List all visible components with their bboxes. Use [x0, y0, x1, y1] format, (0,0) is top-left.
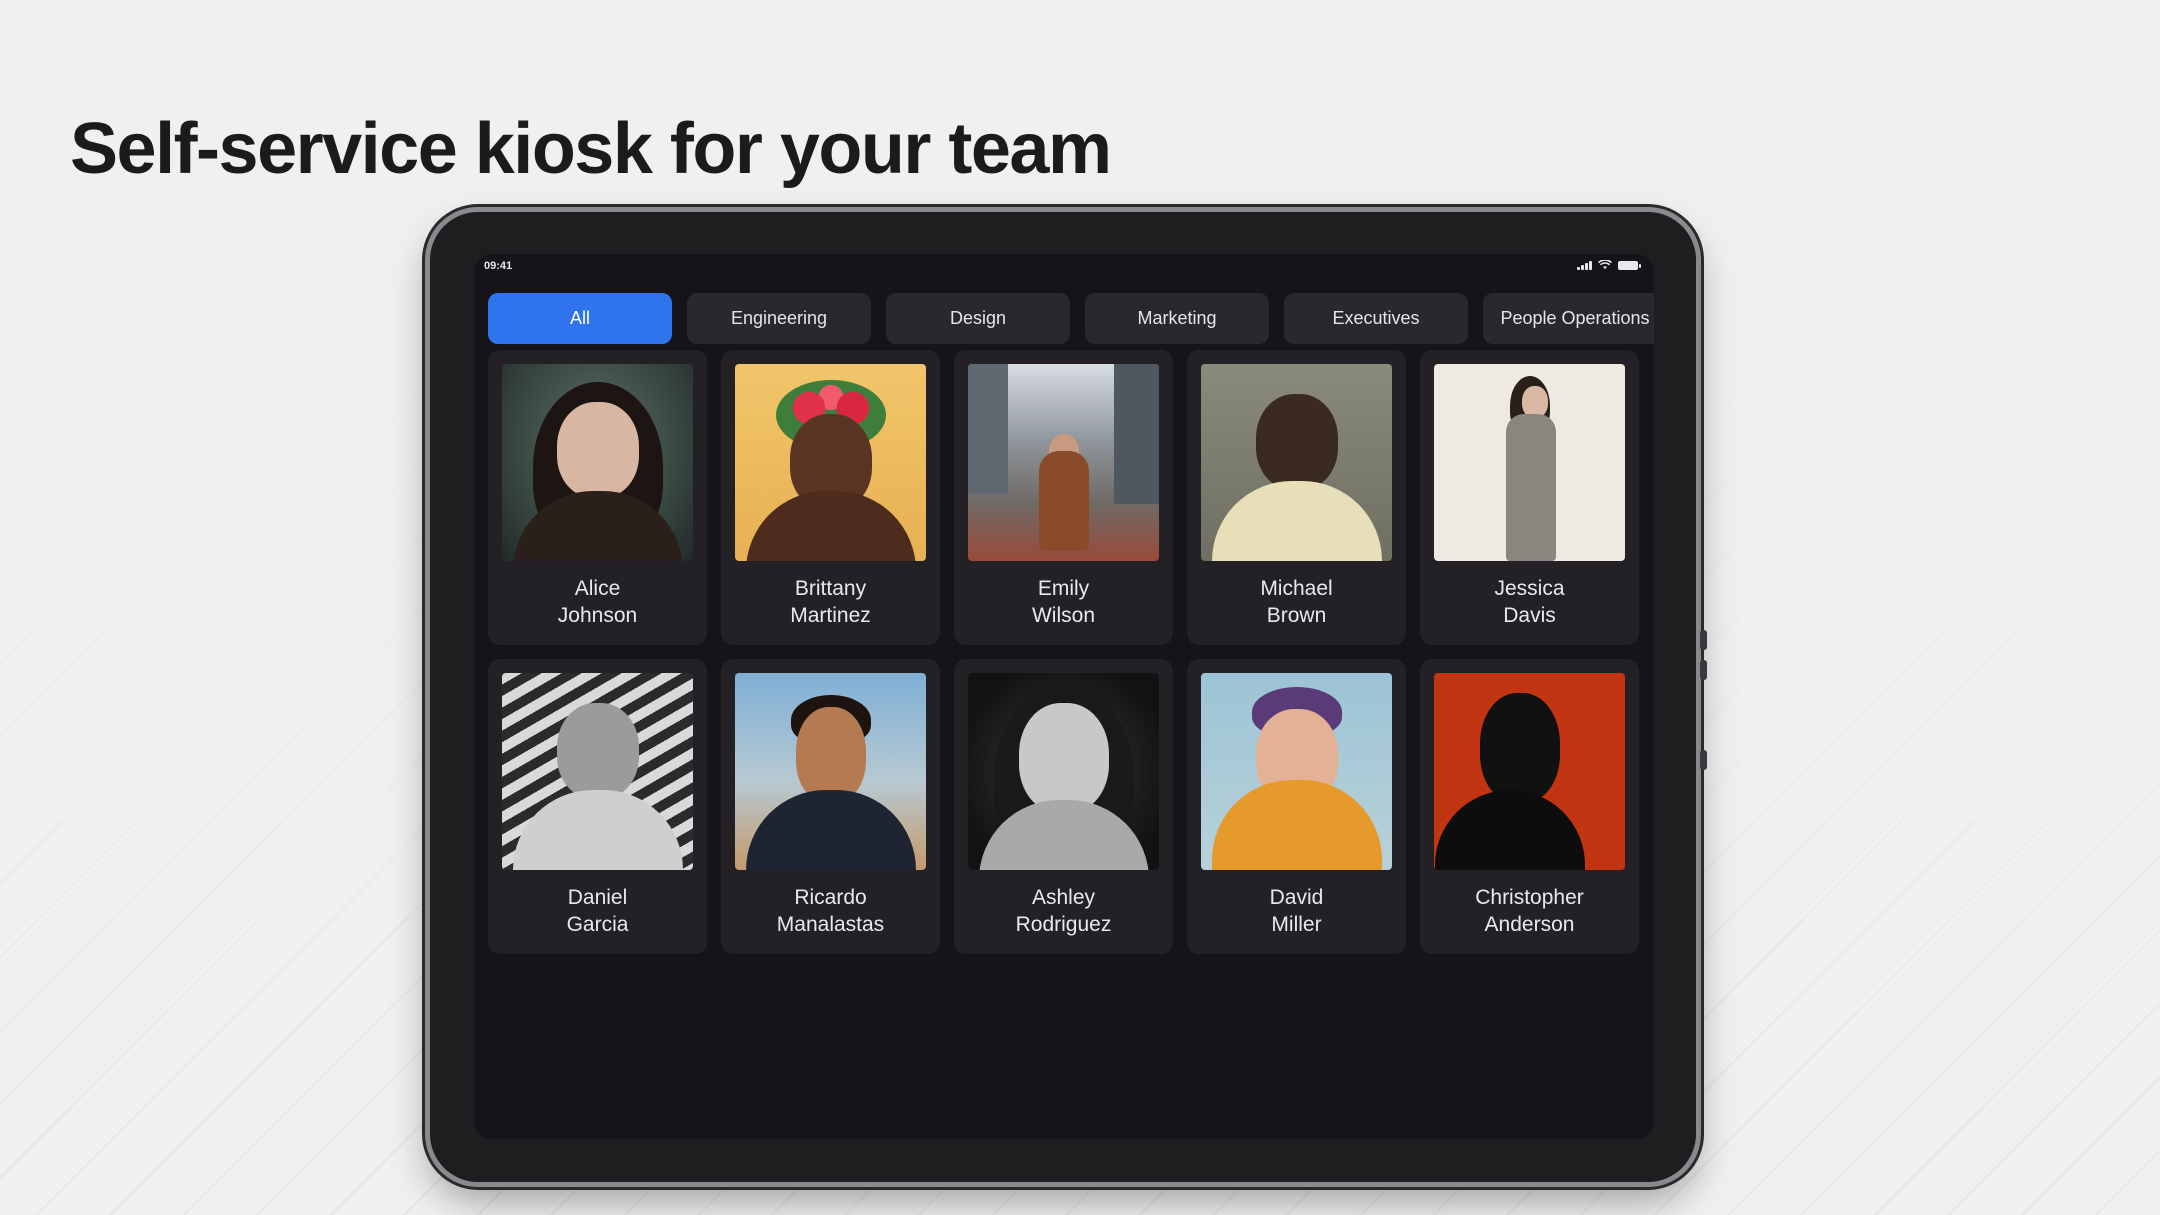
person-name: Christopher Anderson: [1475, 886, 1584, 936]
person-card[interactable]: Jessica Davis: [1420, 350, 1639, 645]
people-grid: Alice Johnson Brittany Martinez Emily Wi…: [488, 350, 1639, 954]
avatar: [968, 364, 1159, 561]
person-name: Alice Johnson: [557, 577, 638, 627]
person-name: Michael Brown: [1260, 577, 1333, 627]
status-time: 09:41: [484, 260, 513, 272]
person-card[interactable]: Ashley Rodriguez: [954, 659, 1173, 954]
avatar: [1434, 673, 1625, 870]
person-card[interactable]: Brittany Martinez: [721, 350, 940, 645]
tablet-button: [1700, 750, 1707, 770]
tab-all[interactable]: All: [488, 293, 672, 344]
person-card[interactable]: Alice Johnson: [488, 350, 707, 645]
person-card[interactable]: Christopher Anderson: [1420, 659, 1639, 954]
tab-design[interactable]: Design: [886, 293, 1070, 344]
avatar: [502, 673, 693, 870]
person-card[interactable]: David Miller: [1187, 659, 1406, 954]
tablet-device: 09:41 All Engineering Design Marketing E…: [430, 212, 1707, 1182]
cellular-signal-icon: [1577, 260, 1592, 270]
battery-icon: [1618, 260, 1641, 270]
avatar: [1201, 673, 1392, 870]
status-icons: [1577, 260, 1641, 270]
person-name: Daniel Garcia: [566, 886, 629, 936]
person-name: Ricardo Manalastas: [776, 886, 885, 936]
tab-executives[interactable]: Executives: [1284, 293, 1468, 344]
avatar: [735, 673, 926, 870]
person-name: Jessica Davis: [1494, 577, 1565, 627]
status-bar: 09:41: [474, 254, 1654, 278]
tab-marketing[interactable]: Marketing: [1085, 293, 1269, 344]
person-card[interactable]: Daniel Garcia: [488, 659, 707, 954]
wifi-icon: [1598, 260, 1612, 269]
tab-people-operations[interactable]: People Operations: [1483, 293, 1654, 344]
person-name: David Miller: [1269, 886, 1324, 936]
person-card[interactable]: Ricardo Manalastas: [721, 659, 940, 954]
avatar: [1201, 364, 1392, 561]
kiosk-screen: 09:41 All Engineering Design Marketing E…: [474, 254, 1654, 1139]
person-card[interactable]: Emily Wilson: [954, 350, 1173, 645]
department-tabs: All Engineering Design Marketing Executi…: [488, 293, 1654, 344]
avatar: [502, 364, 693, 561]
person-name: Brittany Martinez: [790, 577, 871, 627]
tablet-button: [1700, 630, 1707, 650]
avatar: [968, 673, 1159, 870]
avatar: [735, 364, 926, 561]
person-card[interactable]: Michael Brown: [1187, 350, 1406, 645]
avatar: [1434, 364, 1625, 561]
person-name: Ashley Rodriguez: [1015, 886, 1112, 936]
tablet-button: [1700, 660, 1707, 680]
tab-engineering[interactable]: Engineering: [687, 293, 871, 344]
person-name: Emily Wilson: [1031, 577, 1095, 627]
page-title: Self-service kiosk for your team: [70, 109, 1112, 189]
